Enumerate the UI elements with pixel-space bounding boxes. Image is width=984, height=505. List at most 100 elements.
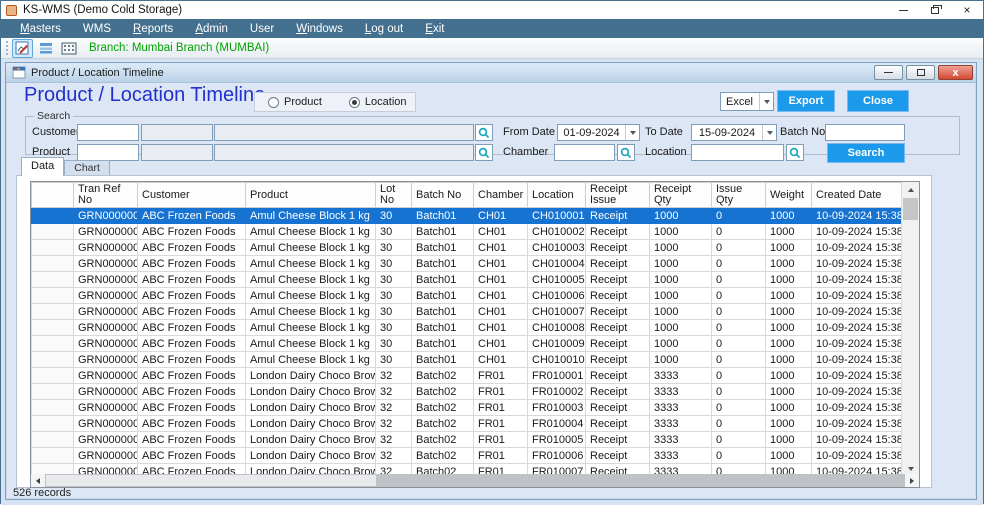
table-cell[interactable]: 0: [712, 384, 766, 400]
menu-item-log-out[interactable]: Log out: [354, 23, 414, 35]
vertical-scrollbar[interactable]: [901, 182, 919, 476]
table-cell[interactable]: ABC Frozen Foods: [138, 416, 246, 432]
tab-data[interactable]: Data: [21, 157, 64, 176]
customer-alias-field[interactable]: [141, 124, 213, 141]
table-cell[interactable]: 30: [376, 336, 412, 352]
child-close-button[interactable]: x: [938, 65, 973, 80]
scroll-left-button[interactable]: [31, 474, 45, 487]
table-row[interactable]: GRN00000001ABC Frozen FoodsAmul Cheese B…: [32, 304, 903, 320]
table-cell[interactable]: FR01: [474, 400, 528, 416]
horizontal-scroll-thumb[interactable]: [46, 475, 376, 486]
form-close-button[interactable]: Close: [847, 90, 909, 112]
horizontal-scrollbar[interactable]: [31, 474, 919, 487]
table-cell[interactable]: ABC Frozen Foods: [138, 384, 246, 400]
product-alias-field[interactable]: [141, 144, 213, 161]
table-cell[interactable]: CH01: [474, 272, 528, 288]
column-header-customer[interactable]: Customer: [138, 183, 246, 208]
table-cell[interactable]: 1000: [766, 320, 812, 336]
product-name-field[interactable]: [214, 144, 474, 161]
table-cell[interactable]: Amul Cheese Block 1 kg: [246, 272, 376, 288]
row-header-cell[interactable]: [32, 336, 74, 352]
child-maximize-button[interactable]: [906, 65, 935, 80]
table-cell[interactable]: GRN00000001: [74, 352, 138, 368]
table-cell[interactable]: Batch02: [412, 432, 474, 448]
table-cell[interactable]: GRN00000001: [74, 416, 138, 432]
table-cell[interactable]: Receipt: [586, 448, 650, 464]
table-cell[interactable]: 0: [712, 448, 766, 464]
table-cell[interactable]: FR010001: [528, 368, 586, 384]
table-cell[interactable]: 3333: [650, 448, 712, 464]
table-cell[interactable]: CH010009: [528, 336, 586, 352]
export-format-select[interactable]: Excel: [720, 92, 774, 111]
table-cell[interactable]: ABC Frozen Foods: [138, 208, 246, 224]
table-cell[interactable]: 1000: [650, 352, 712, 368]
table-cell[interactable]: Receipt: [586, 432, 650, 448]
table-cell[interactable]: ABC Frozen Foods: [138, 288, 246, 304]
table-cell[interactable]: ABC Frozen Foods: [138, 272, 246, 288]
from-date-picker[interactable]: 01-09-2024: [557, 124, 640, 141]
table-cell[interactable]: 3333: [650, 384, 712, 400]
table-cell[interactable]: 30: [376, 240, 412, 256]
row-header-cell[interactable]: [32, 384, 74, 400]
table-cell[interactable]: GRN00000001: [74, 448, 138, 464]
table-cell[interactable]: 0: [712, 208, 766, 224]
table-row[interactable]: GRN00000001ABC Frozen FoodsAmul Cheese B…: [32, 256, 903, 272]
table-row[interactable]: GRN00000001ABC Frozen FoodsAmul Cheese B…: [32, 320, 903, 336]
table-cell[interactable]: 32: [376, 416, 412, 432]
table-cell[interactable]: 3333: [650, 432, 712, 448]
table-cell[interactable]: Receipt: [586, 384, 650, 400]
radio-location[interactable]: Location: [349, 96, 407, 108]
row-header-cell[interactable]: [32, 432, 74, 448]
table-cell[interactable]: ABC Frozen Foods: [138, 320, 246, 336]
table-cell[interactable]: ABC Frozen Foods: [138, 368, 246, 384]
table-cell[interactable]: 0: [712, 320, 766, 336]
table-cell[interactable]: 0: [712, 432, 766, 448]
table-cell[interactable]: 10-09-2024 15:38: [812, 416, 903, 432]
table-cell[interactable]: 0: [712, 400, 766, 416]
column-header-issue-qty[interactable]: Issue Qty: [712, 183, 766, 208]
table-cell[interactable]: 1000: [650, 240, 712, 256]
table-cell[interactable]: GRN00000001: [74, 224, 138, 240]
table-cell[interactable]: Receipt: [586, 272, 650, 288]
row-header-cell[interactable]: [32, 304, 74, 320]
table-cell[interactable]: ABC Frozen Foods: [138, 336, 246, 352]
table-cell[interactable]: 32: [376, 432, 412, 448]
column-header-lot-no[interactable]: Lot No: [376, 183, 412, 208]
table-cell[interactable]: CH010005: [528, 272, 586, 288]
table-cell[interactable]: Receipt: [586, 416, 650, 432]
table-cell[interactable]: London Dairy Choco Brownie 500 ml: [246, 448, 376, 464]
table-cell[interactable]: FR010006: [528, 448, 586, 464]
table-cell[interactable]: GRN00000001: [74, 400, 138, 416]
table-cell[interactable]: ABC Frozen Foods: [138, 256, 246, 272]
table-cell[interactable]: 30: [376, 272, 412, 288]
table-cell[interactable]: FR01: [474, 384, 528, 400]
table-cell[interactable]: Receipt: [586, 368, 650, 384]
table-cell[interactable]: London Dairy Choco Brownie 500 ml: [246, 400, 376, 416]
table-cell[interactable]: 0: [712, 416, 766, 432]
table-cell[interactable]: 1000: [650, 304, 712, 320]
table-cell[interactable]: FR010005: [528, 432, 586, 448]
table-cell[interactable]: Batch02: [412, 368, 474, 384]
column-header-weight[interactable]: Weight: [766, 183, 812, 208]
scroll-up-button[interactable]: [902, 182, 919, 197]
table-cell[interactable]: 0: [712, 368, 766, 384]
menu-item-masters[interactable]: Masters: [9, 23, 72, 35]
table-cell[interactable]: GRN00000001: [74, 256, 138, 272]
tab-chart[interactable]: Chart: [64, 160, 110, 176]
column-header-batch-no[interactable]: Batch No: [412, 183, 474, 208]
table-cell[interactable]: 10-09-2024 15:38: [812, 224, 903, 240]
table-cell[interactable]: 10-09-2024 15:38: [812, 288, 903, 304]
table-cell[interactable]: CH01: [474, 320, 528, 336]
table-cell[interactable]: Batch02: [412, 448, 474, 464]
to-date-picker[interactable]: 15-09-2024: [691, 124, 777, 141]
table-row[interactable]: GRN00000001ABC Frozen FoodsLondon Dairy …: [32, 368, 903, 384]
batch-no-input[interactable]: [825, 124, 905, 141]
table-cell[interactable]: Receipt: [586, 240, 650, 256]
table-cell[interactable]: CH01: [474, 336, 528, 352]
table-cell[interactable]: 1000: [766, 288, 812, 304]
table-cell[interactable]: Batch01: [412, 240, 474, 256]
restore-button[interactable]: [919, 1, 951, 19]
table-cell[interactable]: 1000: [766, 400, 812, 416]
table-cell[interactable]: 3333: [650, 416, 712, 432]
table-cell[interactable]: GRN00000001: [74, 304, 138, 320]
